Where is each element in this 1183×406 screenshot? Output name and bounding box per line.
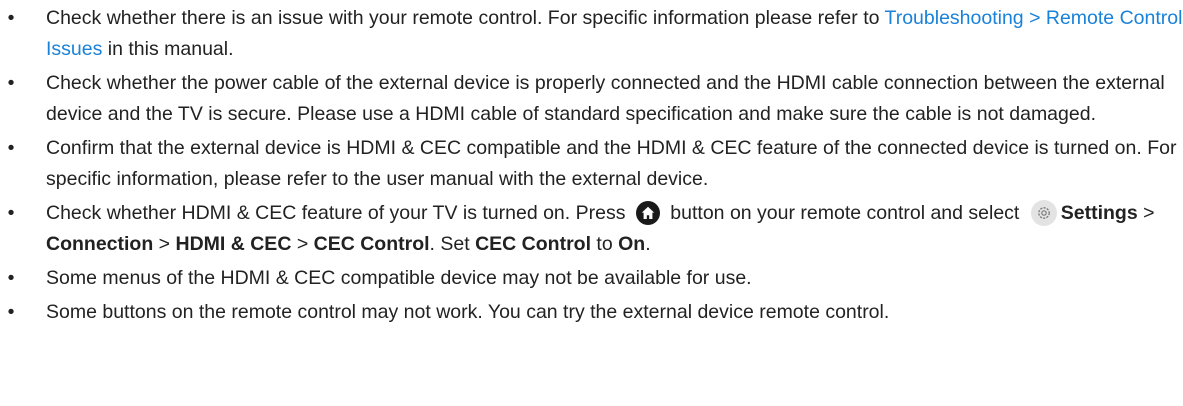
home-icon [635,201,660,225]
bullet: • [7,301,15,323]
list-item: • Some menus of the HDMI & CEC compatibl… [0,263,1183,294]
cec-control-label: CEC Control [475,233,591,255]
item-text: Some menus of the HDMI & CEC compatible … [46,267,752,289]
item-text: Check whether the power cable of the ext… [46,72,1165,125]
bullet: • [7,137,15,159]
item-text: in this manual. [102,38,234,60]
list-item: • Check whether there is an issue with y… [0,3,1183,65]
item-text: Check whether HDMI & CEC feature of your… [46,202,631,224]
item-text: to [590,233,619,255]
settings-label: Settings [1060,202,1138,224]
item-text: Check whether there is an issue with you… [46,7,885,29]
connection-label: Connection [46,233,154,255]
bullet: • [7,267,15,289]
bullet: • [7,202,15,224]
separator: > [1137,202,1155,224]
cec-control-label: CEC Control [313,233,430,255]
hdmi-cec-label: HDMI & CEC [175,233,292,255]
list-item: • Check whether HDMI & CEC feature of yo… [0,198,1183,260]
separator: > [291,233,314,255]
list-item: • Check whether the power cable of the e… [0,68,1183,130]
item-text: button on your remote control and select [664,202,1025,224]
bullet: • [7,72,15,94]
on-label: On [618,233,646,255]
troubleshooting-list: • Check whether there is an issue with y… [0,0,1183,328]
bullet: • [7,7,15,29]
item-text: Confirm that the external device is HDMI… [46,137,1177,190]
separator: > [153,233,176,255]
item-text: . [645,233,651,255]
item-text: . Set [429,233,476,255]
list-item: • Confirm that the external device is HD… [0,133,1183,195]
list-item: • Some buttons on the remote control may… [0,297,1183,328]
item-text: Some buttons on the remote control may n… [46,301,890,323]
gear-icon [1030,200,1057,226]
